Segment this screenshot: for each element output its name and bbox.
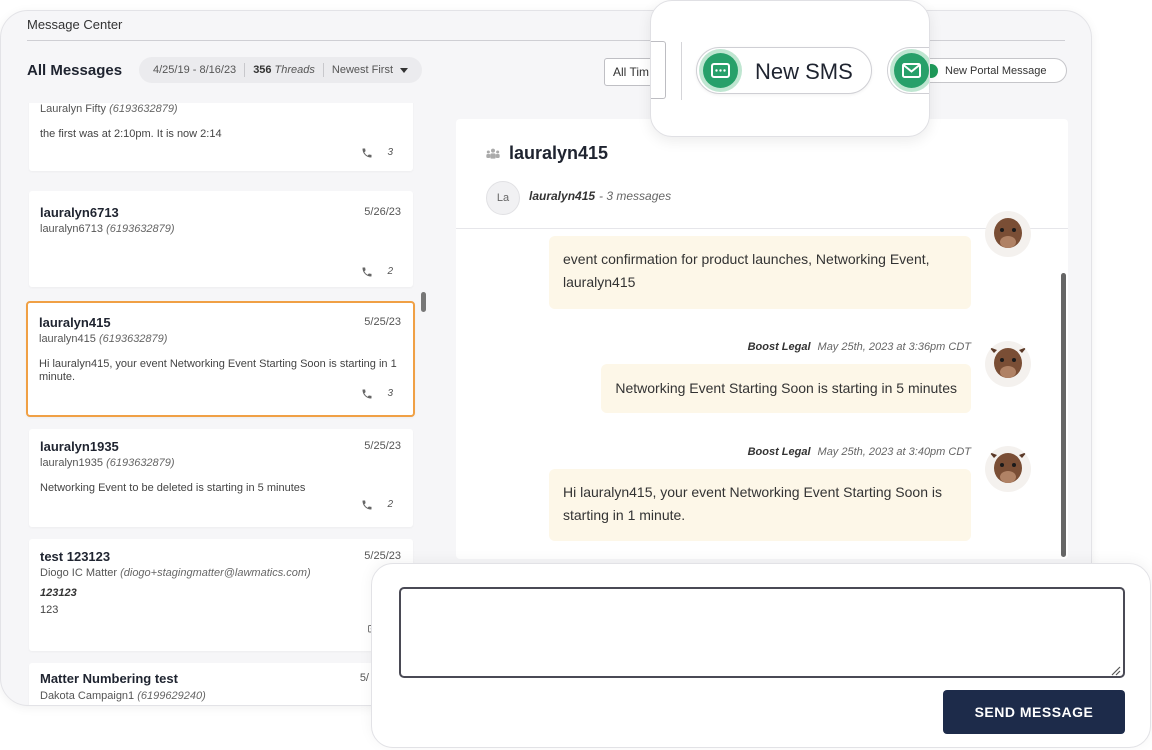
thread-date: 5/26/23 <box>364 206 401 218</box>
group-icon <box>486 148 500 159</box>
thread-date: 5/25/23 <box>364 440 401 452</box>
message-count: 3 <box>387 147 393 158</box>
time-filter-edge <box>651 41 666 99</box>
sort-select[interactable]: Newest First <box>332 64 393 76</box>
sender-avatar <box>985 211 1031 257</box>
thread-contact: lauralyn6713 (6193632879) <box>40 223 175 235</box>
avatar: La <box>486 181 520 215</box>
message-bubble: event confirmation for product launches,… <box>549 236 971 309</box>
new-portal-message-label: New Portal Message <box>945 65 1047 77</box>
chevron-down-icon[interactable] <box>400 67 409 73</box>
sms-icon <box>703 53 738 88</box>
message-sender: Boost Legal May 25th, 2023 at 3:36pm CDT <box>747 341 971 353</box>
thread-item[interactable]: lauralyn6713 5/26/23 lauralyn6713 (61936… <box>29 191 413 287</box>
thread-list: Lauralyn Fifty (6193632879) the first wa… <box>25 103 419 705</box>
compose-card: SEND MESSAGE <box>371 563 1151 748</box>
thread-preview: the first was at 2:10pm. It is now 2:14 <box>40 128 222 140</box>
message-sender: Boost Legal May 25th, 2023 at 3:40pm CDT <box>747 446 971 458</box>
thread-list-scrollbar[interactable] <box>421 292 426 312</box>
thread-date: 5/ <box>359 672 369 684</box>
conversation-meta: lauralyn415- 3 messages <box>529 189 672 203</box>
thread-contact: Lauralyn Fifty (6193632879) <box>40 103 178 115</box>
thread-preview: 123 <box>40 604 59 616</box>
thread-count: 356 <box>253 64 272 76</box>
thread-name: test 123123 <box>40 549 111 564</box>
thread-date: 5/25/23 <box>364 316 401 328</box>
thread-preview: Hi lauralyn415, your event Networking Ev… <box>39 358 397 383</box>
thread-subject: 123123 <box>40 587 77 599</box>
divider <box>681 42 682 100</box>
conversation-title: lauralyn415 <box>509 143 609 163</box>
envelope-icon <box>894 53 929 88</box>
message-bubble: Hi lauralyn415, your event Networking Ev… <box>549 469 971 541</box>
divider <box>322 63 324 77</box>
phone-icon <box>362 389 372 399</box>
new-sms-button[interactable]: New SMS <box>696 47 872 94</box>
new-sms-card: New SMS <box>650 0 930 137</box>
thread-filter-bar: 4/25/19 - 8/16/23 356 Threads Newest Fir… <box>139 57 423 83</box>
message-count: 2 <box>387 266 393 277</box>
conversation-scrollbar[interactable] <box>1061 273 1066 557</box>
sender-avatar <box>985 341 1031 387</box>
sender-avatar <box>985 446 1031 492</box>
thread-name: lauralyn1935 <box>40 439 119 454</box>
thread-contact: lauralyn1935 (6193632879) <box>40 457 175 469</box>
date-range-filter[interactable]: 4/25/19 - 8/16/23 <box>153 64 236 76</box>
resize-handle-icon[interactable] <box>1109 664 1121 676</box>
thread-item[interactable]: test 123123 5/25/23 Diogo IC Matter (dio… <box>29 539 413 651</box>
conversation-panel: lauralyn415 La lauralyn415- 3 messages e… <box>456 119 1068 559</box>
phone-icon <box>362 267 372 277</box>
message-count: 3 <box>387 388 393 399</box>
send-message-button[interactable]: SEND MESSAGE <box>943 690 1125 734</box>
thread-name: lauralyn6713 <box>40 205 119 220</box>
thread-name: lauralyn415 <box>39 315 111 330</box>
thread-contact: lauralyn415 (6193632879) <box>39 333 168 345</box>
message-input[interactable] <box>399 587 1125 678</box>
new-sms-label: New SMS <box>755 59 853 84</box>
new-portal-message-button-zoom[interactable] <box>887 47 929 94</box>
thread-item[interactable]: Matter Numbering test 5/ Dakota Campaign… <box>29 663 413 705</box>
thread-contact: Diogo IC Matter (diogo+stagingmatter@law… <box>40 567 311 579</box>
thread-preview: Networking Event to be deleted is starti… <box>40 482 306 494</box>
message-bubble: Networking Event Starting Soon is starti… <box>601 364 971 413</box>
thread-item[interactable]: lauralyn1935 5/25/23 lauralyn1935 (61936… <box>29 429 413 527</box>
thread-item-active[interactable]: lauralyn415 5/25/23 lauralyn415 (6193632… <box>26 301 415 417</box>
thread-date: 5/25/23 <box>364 550 401 562</box>
message-count: 2 <box>387 499 393 510</box>
page-heading: All Messages <box>27 62 123 79</box>
thread-contact: Dakota Campaign1 (6199629240) <box>40 690 206 702</box>
app-title: Message Center <box>27 17 123 32</box>
phone-icon <box>362 500 372 510</box>
phone-icon <box>362 148 372 158</box>
divider <box>456 228 1068 229</box>
thread-count-label: Threads <box>274 64 315 76</box>
thread-item[interactable]: Lauralyn Fifty (6193632879) the first wa… <box>29 103 413 171</box>
divider <box>244 63 246 77</box>
thread-name: Matter Numbering test <box>40 671 178 686</box>
